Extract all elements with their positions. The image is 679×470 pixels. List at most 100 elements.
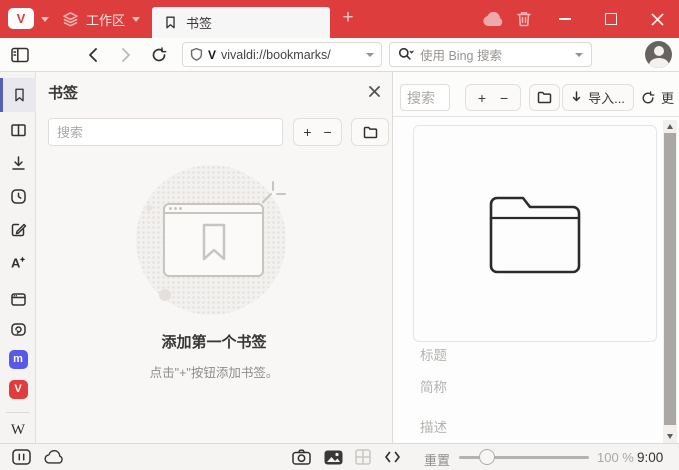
forward-button[interactable] bbox=[115, 38, 137, 71]
tab-bar: V 工作区 书签 + bbox=[0, 0, 679, 38]
panel-sidebar: A m V W bbox=[0, 72, 36, 443]
page-actions-button[interactable] bbox=[379, 444, 405, 470]
scroll-up-icon[interactable] bbox=[666, 124, 673, 129]
url-dropdown-caret-icon[interactable] bbox=[366, 52, 374, 57]
wikipedia-icon: W bbox=[10, 421, 26, 438]
bookmarks-panel: 书签 + − 添加第一个书签 点击"+ bbox=[36, 72, 393, 443]
zoom-level: 100 % bbox=[597, 450, 634, 465]
sidebar-item-translate[interactable]: A bbox=[0, 245, 36, 279]
panel-add-button[interactable]: + bbox=[303, 124, 311, 140]
sidebar-item-windows[interactable] bbox=[0, 282, 36, 316]
sidebar-item-wikipedia-webpanel[interactable]: W bbox=[0, 416, 36, 444]
sidebar-item-vivaldi-webpanel[interactable]: V bbox=[0, 372, 36, 406]
address-field[interactable]: V vivaldi://bookmarks/ bbox=[182, 42, 382, 67]
panel-add-remove-group: + − bbox=[293, 118, 342, 146]
trash-button[interactable] bbox=[509, 0, 539, 38]
manager-add-remove-group: + − bbox=[465, 84, 521, 111]
bookmark-icon bbox=[15, 88, 24, 102]
sidebar-item-mastodon-webpanel[interactable]: m bbox=[0, 342, 36, 376]
url-text: vivaldi://bookmarks/ bbox=[221, 47, 331, 62]
scroll-down-icon[interactable] bbox=[666, 434, 673, 439]
sidebar-item-downloads[interactable] bbox=[0, 146, 36, 180]
back-button[interactable] bbox=[82, 38, 104, 71]
reload-button[interactable] bbox=[147, 38, 171, 71]
search-engine-icon[interactable] bbox=[398, 47, 414, 62]
toggle-images-button[interactable] bbox=[320, 444, 346, 470]
panel-toggle-button[interactable] bbox=[8, 38, 32, 71]
empty-state-heading: 添加第一个书签 bbox=[161, 334, 267, 351]
shield-icon bbox=[190, 47, 203, 61]
code-icon bbox=[384, 451, 400, 463]
manager-scrollbar[interactable] bbox=[663, 120, 677, 443]
sidebar-item-bookmarks[interactable] bbox=[0, 78, 36, 112]
update-thumbnails-button[interactable]: 更 bbox=[641, 84, 679, 111]
zoom-reset-button[interactable]: 重置 bbox=[424, 450, 450, 469]
loop-panel-icon bbox=[10, 322, 26, 336]
sidebar-divider bbox=[6, 412, 30, 413]
workspace-button[interactable]: 工作区 bbox=[62, 6, 141, 32]
refresh-icon bbox=[642, 90, 655, 104]
tab-title: 书签 bbox=[186, 16, 213, 31]
sync-status-indicator[interactable] bbox=[40, 444, 68, 470]
browser-window: V 工作区 书签 + V vivaldi://bookmarks/ 使用 Bin… bbox=[0, 0, 679, 470]
manager-add-button[interactable]: + bbox=[478, 90, 486, 106]
sidebar-item-reading-list[interactable] bbox=[0, 113, 36, 147]
search-field[interactable]: 使用 Bing 搜索 bbox=[389, 42, 592, 67]
translate-icon: A bbox=[11, 255, 25, 270]
cloud-icon bbox=[482, 11, 502, 26]
maximize-icon bbox=[605, 13, 617, 25]
tab-bookmarks[interactable]: 书签 bbox=[152, 7, 330, 38]
thumbnail-preview-card bbox=[413, 125, 657, 342]
sync-status-button[interactable] bbox=[478, 0, 508, 38]
title-field[interactable]: 标题 bbox=[420, 344, 447, 364]
manager-new-folder-button[interactable] bbox=[529, 84, 560, 111]
close-button[interactable] bbox=[642, 0, 672, 38]
close-icon bbox=[369, 86, 380, 97]
break-mode-button[interactable] bbox=[8, 444, 34, 470]
import-label: 导入... bbox=[588, 91, 625, 106]
trash-icon bbox=[517, 12, 531, 27]
svg-text:A: A bbox=[11, 255, 21, 270]
address-toolbar: V vivaldi://bookmarks/ 使用 Bing 搜索 bbox=[0, 38, 679, 72]
manager-remove-button[interactable]: − bbox=[500, 90, 508, 106]
vivaldi-menu-button[interactable]: V bbox=[8, 8, 34, 29]
sidebar-item-tasks[interactable] bbox=[0, 312, 36, 346]
bookmark-manager: + − 导入... 更 bbox=[393, 72, 679, 443]
search-dropdown-caret-icon[interactable] bbox=[575, 52, 583, 57]
maximize-button[interactable] bbox=[596, 0, 626, 38]
notes-icon bbox=[11, 223, 26, 236]
panel-search-input[interactable] bbox=[48, 118, 283, 146]
bookmark-icon bbox=[166, 16, 175, 29]
panel-title: 书签 bbox=[48, 85, 79, 102]
download-icon bbox=[11, 155, 25, 170]
import-button[interactable]: 导入... bbox=[562, 84, 634, 111]
nickname-field[interactable]: 简称 bbox=[420, 376, 447, 396]
panel-remove-button[interactable]: − bbox=[324, 124, 332, 140]
profile-avatar[interactable] bbox=[645, 41, 672, 68]
vivaldi-menu-caret-icon[interactable] bbox=[41, 17, 49, 22]
new-tab-button[interactable]: + bbox=[336, 4, 360, 32]
forward-icon bbox=[122, 47, 130, 62]
page-tiling-button[interactable] bbox=[350, 444, 376, 470]
description-field[interactable]: 描述 bbox=[420, 416, 447, 436]
manager-toolbar: + − 导入... 更 bbox=[393, 72, 679, 117]
workspace-caret-icon bbox=[132, 16, 141, 22]
reload-icon bbox=[152, 46, 167, 61]
browser-window-illustration bbox=[163, 203, 264, 277]
spark-lines-icon bbox=[262, 181, 286, 203]
vivaldi-icon: V bbox=[8, 379, 28, 399]
minimize-button[interactable] bbox=[550, 0, 580, 38]
clock[interactable]: 9:00 bbox=[637, 450, 663, 465]
cloud-icon bbox=[43, 449, 63, 464]
scrollbar-thumb[interactable] bbox=[664, 133, 676, 425]
panel-close-button[interactable] bbox=[369, 84, 380, 102]
manager-search-input[interactable] bbox=[400, 84, 450, 111]
sidebar-item-notes[interactable] bbox=[0, 212, 36, 246]
workspace-label: 工作区 bbox=[86, 12, 126, 28]
panel-new-folder-button[interactable] bbox=[351, 118, 389, 146]
workspace-layers-icon bbox=[63, 11, 78, 26]
zoom-slider-handle[interactable] bbox=[479, 449, 495, 465]
status-bar: 重置 100 % 9:00 bbox=[0, 443, 679, 470]
capture-page-button[interactable] bbox=[288, 444, 314, 470]
sidebar-item-history[interactable] bbox=[0, 179, 36, 213]
